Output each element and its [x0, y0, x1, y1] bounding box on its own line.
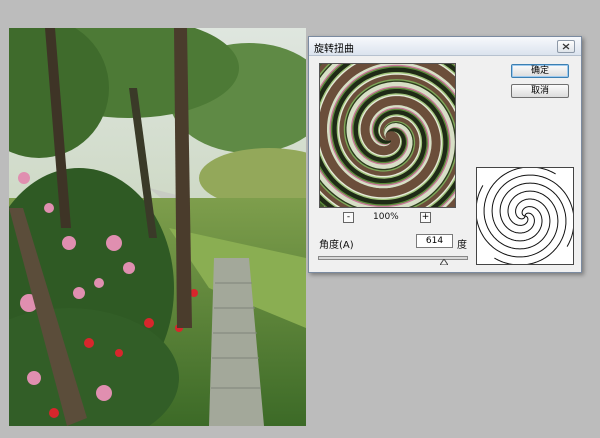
cancel-button[interactable]: 取消 — [511, 84, 569, 98]
triangle-thumb-icon[interactable] — [440, 259, 449, 265]
angle-input[interactable] — [416, 234, 453, 248]
angle-label: 角度(A) — [319, 240, 354, 251]
close-icon — [562, 43, 570, 50]
ok-button[interactable]: 确定 — [511, 64, 569, 78]
twirl-shape-preview — [475, 166, 575, 266]
dialog-titlebar[interactable]: 旋转扭曲 — [309, 37, 581, 56]
angle-unit: 度 — [457, 240, 467, 251]
close-button[interactable] — [557, 40, 575, 53]
twirl-dialog: 旋转扭曲 - 100% + 角度(A) 度 确定 取消 — [308, 36, 582, 273]
zoom-out-button[interactable]: - — [343, 212, 354, 223]
dialog-title: 旋转扭曲 — [314, 44, 354, 55]
zoom-controls: - 100% + — [343, 212, 438, 224]
image-canvas[interactable] — [9, 28, 306, 426]
twirl-preview-image[interactable] — [319, 63, 456, 208]
zoom-in-button[interactable]: + — [420, 212, 431, 223]
zoom-level: 100% — [373, 212, 399, 222]
